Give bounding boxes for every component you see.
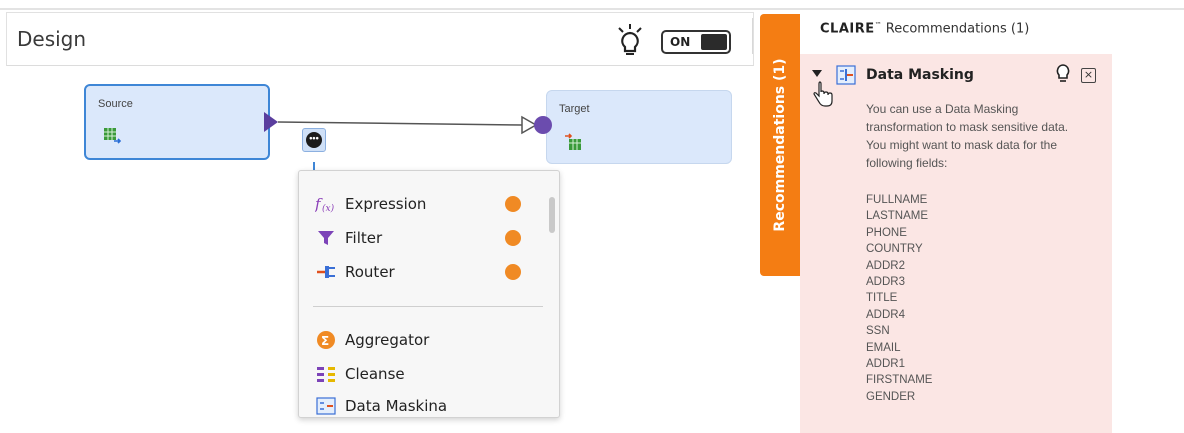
close-icon[interactable]: × xyxy=(1081,68,1096,83)
recommended-bulb-icon xyxy=(505,264,521,280)
add-transformation-button[interactable]: ••• xyxy=(302,128,326,152)
svg-text:Σ: Σ xyxy=(321,334,329,348)
lightbulb-icon[interactable] xyxy=(1055,64,1071,84)
collapse-caret-icon[interactable] xyxy=(812,70,822,77)
field-item: ADDR4 xyxy=(866,308,905,321)
toggle-knob xyxy=(701,34,727,50)
field-item: TITLE xyxy=(866,292,898,305)
hand-cursor-icon xyxy=(813,81,833,107)
menu-item-filter[interactable]: Filter xyxy=(315,225,541,251)
field-item: ADDR2 xyxy=(866,259,905,272)
claire-title-rest: Recommendations (1) xyxy=(881,21,1030,37)
recommendations-tab[interactable]: Recommendations (1) xyxy=(760,14,800,276)
data-masking-icon xyxy=(315,396,337,416)
transformation-menu: f (x) Expression Filter Router Σ Aggregat… xyxy=(298,170,560,418)
menu-item-router[interactable]: Router xyxy=(315,259,541,285)
field-item: SSN xyxy=(866,325,890,338)
svg-text:(x): (x) xyxy=(322,203,335,214)
toggle-label: ON xyxy=(670,35,691,49)
menu-item-expression[interactable]: f (x) Expression xyxy=(315,191,541,217)
data-masking-icon xyxy=(836,65,856,85)
recommended-bulb-icon xyxy=(505,230,521,246)
field-item: PHONE xyxy=(866,226,907,239)
menu-item-label: Aggregator xyxy=(345,331,430,349)
menu-item-cleanse[interactable]: Cleanse xyxy=(315,361,541,387)
top-rule xyxy=(0,8,1184,10)
design-title: Design xyxy=(17,27,87,51)
filter-icon xyxy=(315,228,337,248)
menu-item-label: Expression xyxy=(345,195,427,213)
recommendation-description: You can use a Data Masking transformatio… xyxy=(866,102,1069,170)
recommendation-title: Data Masking xyxy=(866,67,974,83)
expression-icon: f (x) xyxy=(315,194,337,214)
source-output-port[interactable] xyxy=(264,112,278,132)
target-table-icon xyxy=(565,133,581,150)
recommended-bulb-icon xyxy=(505,196,521,212)
field-item: LASTNAME xyxy=(866,210,928,223)
menu-item-label: Data Maskina xyxy=(345,397,448,415)
field-item: GENDER xyxy=(866,390,916,403)
aggregator-icon: Σ xyxy=(315,330,337,350)
more-icon: ••• xyxy=(306,132,322,148)
header-separator xyxy=(752,18,753,54)
menu-item-label: Router xyxy=(345,263,395,281)
menu-divider xyxy=(313,306,543,307)
menu-item-label: Cleanse xyxy=(345,365,405,383)
trademark-symbol: ™ xyxy=(874,21,882,29)
source-table-icon xyxy=(104,128,122,144)
lightbulb-icon[interactable] xyxy=(615,23,645,57)
recommendations-tab-label: Recommendations (1) xyxy=(772,58,788,232)
source-label: Source xyxy=(98,98,133,110)
field-item: ADDR3 xyxy=(866,276,905,289)
menu-item-data-masking[interactable]: Data Maskina xyxy=(315,393,541,417)
field-item: EMAIL xyxy=(866,341,901,354)
router-icon xyxy=(315,262,337,282)
field-item: FIRSTNAME xyxy=(866,374,933,387)
cleanse-icon xyxy=(315,364,337,384)
target-input-port[interactable] xyxy=(534,116,552,134)
target-label: Target xyxy=(559,103,590,115)
target-node[interactable]: Target xyxy=(546,90,732,164)
claire-recommendations-title: CLAIRE™ Recommendations (1) xyxy=(820,21,1029,36)
mapping-canvas[interactable]: Source Target ••• f (x) Expression Filte… xyxy=(6,66,762,430)
menu-item-aggregator[interactable]: Σ Aggregator xyxy=(315,327,541,353)
design-header: Design ON xyxy=(6,12,754,66)
field-item: ADDR1 xyxy=(866,358,905,371)
sensitive-field-list: FULLNAME LASTNAME PHONE COUNTRY ADDR2 AD… xyxy=(866,192,932,405)
menu-item-label: Filter xyxy=(345,229,383,247)
recommendations-toggle[interactable]: ON xyxy=(661,30,731,54)
field-item: FULLNAME xyxy=(866,194,928,206)
field-item: COUNTRY xyxy=(866,243,923,256)
menu-scrollbar[interactable] xyxy=(549,197,555,233)
source-node[interactable]: Source xyxy=(84,84,270,160)
claire-brand: CLAIRE xyxy=(820,21,875,37)
